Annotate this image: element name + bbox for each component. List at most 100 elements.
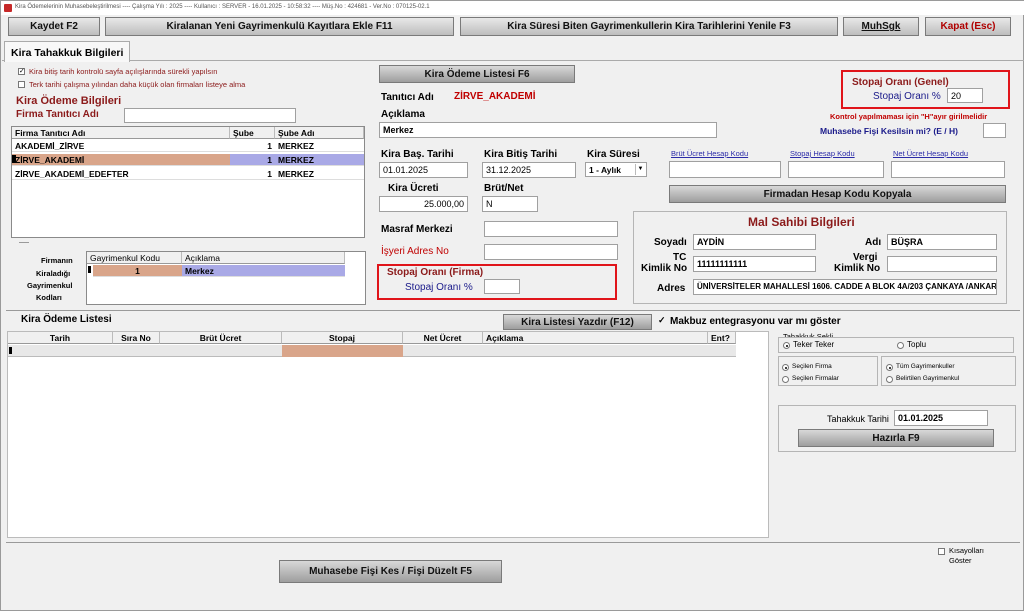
gross-account-input[interactable] — [669, 161, 781, 178]
owner-tc-input[interactable]: 11111111111 — [693, 256, 816, 272]
firm-identifier-input[interactable] — [124, 108, 296, 123]
firm-row-branch-name-selected[interactable]: MERKEZ — [275, 154, 364, 166]
owner-address-label: Adres — [657, 283, 686, 294]
fee-input[interactable]: 25.000,00 — [379, 196, 468, 212]
firm-grid-header-branch[interactable]: Şube — [230, 127, 275, 139]
workplace-address-label: İşyeri Adres No — [381, 246, 449, 257]
renew-rent-dates-button[interactable]: Kira Süresi Biten Gayrimenkullerin Kira … — [460, 17, 838, 36]
radio-single[interactable] — [783, 342, 790, 349]
tab-rent-accrual[interactable]: Kira Tahakkuk Bilgileri — [4, 41, 131, 62]
owner-name-label: Adı — [865, 237, 882, 248]
receipt-check-mark[interactable]: ✓ — [658, 315, 666, 326]
fee-label: Kira Ücreti — [388, 183, 439, 194]
footer-divider — [6, 542, 1020, 543]
duration-select[interactable]: 1 - Aylık ▼ — [585, 162, 647, 177]
payment-grid-header-date[interactable]: Tarih — [8, 332, 113, 344]
general-stopaj-highlight — [841, 70, 1010, 109]
owner-title: Mal Sahibi Bilgileri — [748, 215, 855, 229]
firm-stopaj-label: Stopaj Oranı % — [405, 282, 473, 293]
prepare-button[interactable]: Hazırla F9 — [798, 429, 994, 447]
row-indicator-icon — [12, 155, 16, 163]
radio-all-properties[interactable] — [886, 364, 893, 371]
radio-selected-firm[interactable] — [782, 364, 789, 371]
start-date-input[interactable]: 01.01.2025 — [379, 162, 468, 178]
radio-bulk-label: Toplu — [907, 340, 927, 349]
print-rent-list-button[interactable]: Kira Listesi Yazdır (F12) — [503, 314, 652, 330]
property-grid-header-desc[interactable]: Açıklama — [182, 252, 345, 264]
duration-label: Kira Süresi — [587, 149, 640, 160]
identifier-label: Tanıtıcı Adı — [381, 92, 434, 103]
property-row-code[interactable]: 1 — [93, 265, 182, 277]
show-shortcuts-checkbox[interactable] — [938, 548, 945, 555]
voucher-question-label: Muhasebe Fişi Kesilsin mi? (E / H) — [820, 126, 958, 136]
voucher-button[interactable]: Muhasebe Fişi Kes / Fişi Düzelt F5 — [279, 560, 502, 583]
payment-grid-header-seq[interactable]: Sıra No — [113, 332, 160, 344]
property-side-label-2: Kiraladığı — [36, 269, 71, 278]
app-icon — [4, 4, 12, 12]
cost-center-input[interactable] — [484, 221, 618, 237]
net-account-label[interactable]: Net Ücret Hesap Kodu — [893, 149, 968, 158]
accrual-date-input[interactable]: 01.01.2025 — [894, 410, 988, 426]
payment-grid-row-stopaj[interactable] — [282, 345, 403, 357]
firm-row-name[interactable]: AKADEMİ_ZİRVE — [12, 140, 230, 152]
copy-account-codes-button[interactable]: Firmadan Hesap Kodu Kopyala — [669, 185, 1006, 203]
payment-list-button[interactable]: Kira Ödeme Listesi F6 — [379, 65, 575, 83]
stopaj-account-label[interactable]: Stopaj Hesap Kodu — [790, 149, 855, 158]
payment-grid-header-stopaj[interactable]: Stopaj — [282, 332, 403, 344]
check-exclude-terminated-label: Terk tarihi çalışma yılından daha küçük … — [29, 80, 246, 89]
muhsgk-button[interactable]: MuhSgk — [843, 17, 919, 36]
end-date-input[interactable]: 31.12.2025 — [482, 162, 576, 178]
main-window: Kira Ödemelerinin Muhasebeleştirilmesi -… — [0, 0, 1024, 611]
radio-bulk[interactable] — [897, 342, 904, 349]
close-button[interactable]: Kapat (Esc) — [925, 17, 1011, 36]
gross-account-label[interactable]: Brüt Ücret Hesap Kodu — [671, 149, 748, 158]
check-end-date-control[interactable]: ✓ — [18, 68, 25, 75]
check-exclude-terminated[interactable] — [18, 81, 25, 88]
firm-row-branch[interactable]: 1 — [230, 168, 275, 180]
payment-grid-header-net[interactable]: Net Ücret — [403, 332, 483, 344]
property-row-desc[interactable]: Merkez — [182, 265, 345, 277]
general-stopaj-label: Stopaj Oranı % — [873, 91, 941, 102]
owner-surname-label: Soyadı — [654, 237, 687, 248]
radio-specific-property-label: Belirtilen Gayrimenkul — [896, 375, 960, 382]
workplace-address-input[interactable] — [484, 244, 618, 260]
chevron-down-icon[interactable]: ▼ — [635, 164, 645, 175]
firm-stopaj-input[interactable] — [484, 279, 520, 294]
owner-address-input[interactable]: ÜNİVERSİTELER MAHALLESİ 1606. CADDE A BL… — [693, 279, 997, 295]
receipt-integration-label: Makbuz entegrasyonu var mı göster — [670, 316, 841, 327]
end-date-label: Kira Bitiş Tarihi — [484, 149, 558, 160]
firm-row-branch-name[interactable]: MERKEZ — [275, 168, 364, 180]
owner-surname-input[interactable]: AYDİN — [693, 234, 816, 250]
property-side-label-1: Firmanın — [41, 256, 73, 265]
firm-row-branch[interactable]: 1 — [230, 140, 275, 152]
radio-selected-firms[interactable] — [782, 376, 789, 383]
description-label: Açıklama — [381, 109, 425, 120]
firm-row-name[interactable]: ZİRVE_AKADEMİ_EDEFTER — [12, 168, 230, 180]
firm-row-branch-selected[interactable]: 1 — [230, 154, 275, 166]
net-account-input[interactable] — [891, 161, 1005, 178]
add-new-property-button[interactable]: Kiralanan Yeni Gayrimenkulü Kayıtlara Ek… — [105, 17, 454, 36]
voucher-warning: Kontrol yapılmaması için "H"ayır girilme… — [830, 112, 988, 121]
description-input[interactable]: Merkez — [379, 122, 717, 138]
property-grid-header-code[interactable]: Gayrimenkul Kodu — [87, 252, 182, 264]
save-button[interactable]: Kaydet F2 — [8, 17, 100, 36]
owner-tax-input[interactable] — [887, 256, 997, 272]
radio-specific-property[interactable] — [886, 376, 893, 383]
firm-identifier-label: Firma Tanıtıcı Adı — [16, 109, 99, 120]
firm-row-branch-name[interactable]: MERKEZ — [275, 140, 364, 152]
stopaj-account-input[interactable] — [788, 161, 884, 178]
payment-grid-header-gross[interactable]: Brüt Ücret — [160, 332, 282, 344]
payment-grid-header-ent[interactable]: Ent? — [708, 332, 736, 344]
general-stopaj-title: Stopaj Oranı (Genel) — [852, 77, 949, 88]
firm-row-name-selected[interactable]: ZİRVE_AKADEMİ — [12, 154, 230, 166]
gross-net-input[interactable]: N — [482, 196, 538, 212]
general-stopaj-input[interactable]: 20 — [947, 88, 983, 103]
voucher-question-input[interactable] — [983, 123, 1006, 138]
firm-grid-header-branch-name[interactable]: Şube Adı — [275, 127, 364, 139]
payment-grid-header-desc[interactable]: Açıklama — [483, 332, 708, 344]
payment-info-heading: Kira Ödeme Bilgileri — [16, 95, 122, 107]
property-side-label-3: Gayrimenkul — [27, 281, 73, 290]
owner-name-input[interactable]: BÜŞRA — [887, 234, 997, 250]
payment-list-title: Kira Ödeme Listesi — [21, 314, 112, 325]
firm-grid-header-name[interactable]: Firma Tanıtıcı Adı — [12, 127, 230, 139]
